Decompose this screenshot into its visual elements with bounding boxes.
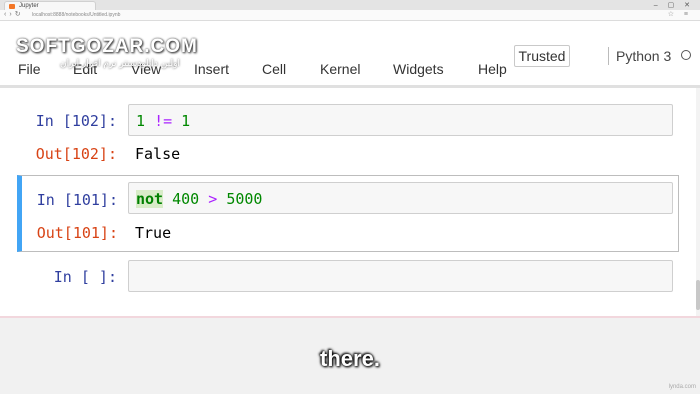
- browser-tab[interactable]: Jupyter: [4, 1, 96, 10]
- in-prompt: In [102]:: [35, 112, 117, 130]
- out-prompt: Out[101]:: [36, 224, 118, 242]
- page-bottom-edge: [0, 316, 700, 318]
- in-prompt: In [101]:: [36, 191, 118, 209]
- code-cell-selected[interactable]: In [101]: not 400 > 5000 Out[101]: True: [17, 175, 679, 252]
- cell-output: True: [135, 224, 172, 242]
- code-text: not 400 > 5000: [136, 190, 262, 208]
- jupyter-favicon-icon: [9, 4, 15, 9]
- menu-kernel[interactable]: Kernel: [320, 60, 360, 78]
- menu-widgets[interactable]: Widgets: [393, 60, 444, 78]
- code-input[interactable]: not 400 > 5000: [128, 182, 673, 214]
- watermark-logo: SOFTGOZAR.COM: [16, 36, 198, 57]
- code-token-operator: >: [208, 190, 218, 208]
- cell-output: False: [135, 145, 181, 163]
- code-token-number: 1: [136, 112, 146, 130]
- menu-cell[interactable]: Cell: [262, 60, 286, 78]
- code-text: 1 != 1: [136, 112, 190, 130]
- watermark-subtext: اولین دانلودسنتر نرم افزار ایران: [60, 59, 180, 69]
- code-token-operator: !=: [154, 112, 173, 130]
- code-cell[interactable]: In [ ]:: [17, 258, 679, 294]
- reload-icon[interactable]: ↻: [15, 11, 24, 18]
- address-bar: ‹›↻ localhost:8888/notebooks/Untitled.ip…: [0, 10, 700, 21]
- code-input[interactable]: 1 != 1: [128, 104, 673, 136]
- out-prompt: Out[102]:: [35, 145, 117, 163]
- code-token-keyword: not: [136, 190, 164, 208]
- menu-help[interactable]: Help: [478, 60, 507, 78]
- brand-watermark: lynda.com: [668, 384, 696, 390]
- notebook-container: In [102]: 1 != 1 Out[102]: False In [101…: [0, 88, 700, 316]
- tab-title: Jupyter: [19, 3, 39, 9]
- menu-insert[interactable]: Insert: [194, 60, 229, 78]
- url-field[interactable]: localhost:8888/notebooks/Untitled.ipynb: [32, 11, 120, 19]
- browser-extension-icons[interactable]: ☆ ≡: [668, 10, 692, 20]
- code-token-number: 400: [172, 190, 200, 208]
- menu-file[interactable]: File: [18, 60, 41, 78]
- code-token-number: 5000: [226, 190, 263, 208]
- video-subtitle: there.: [320, 346, 380, 371]
- scrollbar-thumb[interactable]: [696, 280, 700, 310]
- code-input-empty[interactable]: [128, 260, 673, 292]
- nav-buttons[interactable]: ‹›↻: [4, 10, 24, 20]
- code-cell[interactable]: In [102]: 1 != 1 Out[102]: False: [17, 102, 679, 172]
- window-controls[interactable]: – ▢ ✕: [654, 1, 694, 9]
- in-prompt: In [ ]:: [53, 268, 117, 286]
- code-token-number: 1: [181, 112, 191, 130]
